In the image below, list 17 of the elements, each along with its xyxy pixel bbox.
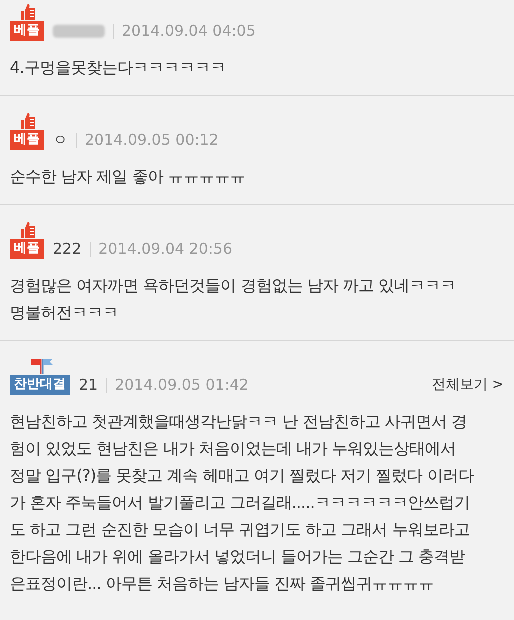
comment-date: 2014.09.05 01:42 — [115, 374, 249, 396]
comment-text: 현남친하고 첫관계했을때생각난닭ㅋㅋ 난 전남친하고 사귀면서 경 험이 있었도 현남친은 내가 처음이었는데 내가 누워있는상태에서 정말 입구(?)를 못찾고 계속 헤매고 여기 찔렀다 저기 찔렀다 이러다 가 혼자 주눅들어서 발기풀리고 그러길래.....ㅋㅋㅋㅋㅋㅋ안쓰럽기 도 하고 그런 순진한 모습이 너무 귀엽기도 하고 그래서 누워보라고 한다음에 내가 위에 올라가서 넣었더니 들어가는 그순간 그 충격받 은표정이란... 아무튼 처음하는 남자들 진짜 졸귀씹귀ㅠㅠㅠㅠ — [10, 411, 476, 595]
best-badge: 베플 — [10, 21, 44, 41]
comment-text: 4.구멍을못찾는다ㅋㅋㅋㅋㅋㅋ — [10, 57, 227, 79]
flags-icon — [28, 357, 56, 374]
comment-text: 경험많은 여자까면 욕하던것들이 경험없는 남자 까고 있네ㅋㅋㅋ 명불허전ㅋㅋㅋ — [10, 275, 458, 324]
debate-badge: 찬반대결 — [10, 375, 70, 395]
author-name: 21 — [79, 374, 98, 396]
author-name: ㅇ — [53, 130, 68, 151]
view-all-link[interactable]: 전체보기 > — [432, 374, 504, 396]
comment-date: 2014.09.04 04:05 — [122, 20, 256, 42]
comment-text: 순수한 남자 제일 좋아 ㅠㅠㅠㅠㅠ — [10, 166, 246, 188]
best-badge: 베플 — [10, 130, 44, 150]
author-name: 222 — [53, 238, 82, 260]
comment-date: 2014.09.04 20:56 — [98, 238, 233, 260]
comment-date: 2014.09.05 00:12 — [85, 130, 219, 151]
best-badge: 베플 — [10, 239, 44, 259]
